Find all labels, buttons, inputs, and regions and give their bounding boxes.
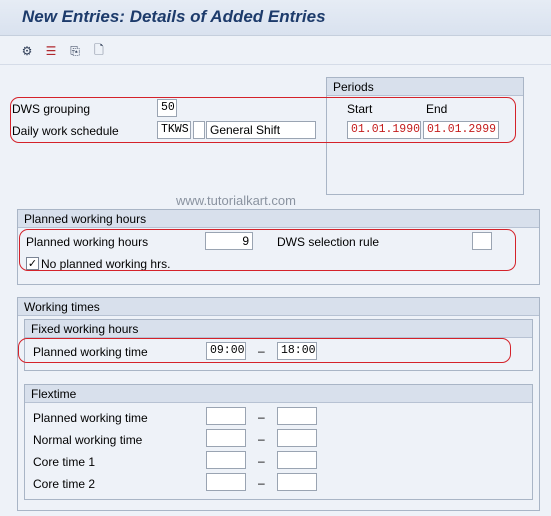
daily-schedule-text-field: General Shift — [206, 121, 316, 139]
new-entry-icon[interactable]: 🗋 — [90, 42, 108, 60]
dws-grouping-label: DWS grouping — [12, 102, 91, 116]
planned-hours-label: Planned working hours — [26, 235, 149, 249]
planned-hours-group-title: Planned working hours — [18, 210, 539, 228]
fixed-time-to-field[interactable]: 18:00 — [277, 342, 317, 360]
time-range-dash: – — [258, 432, 265, 446]
dws-grouping-field[interactable]: 50 — [157, 99, 177, 117]
page-title: New Entries: Details of Added Entries — [22, 7, 326, 26]
dws-selection-rule-label: DWS selection rule — [277, 235, 380, 249]
planned-hours-field[interactable]: 9 — [205, 232, 253, 250]
period-start-label: Start — [347, 102, 373, 116]
periods-group-title: Periods — [327, 78, 523, 96]
daily-schedule-label: Daily work schedule — [12, 124, 119, 138]
delete-icon[interactable]: ☰ — [42, 42, 60, 60]
working-times-group-title: Working times — [18, 298, 539, 316]
fixed-time-from-field[interactable]: 09:00 — [206, 342, 246, 360]
watermark-text: www.tutorialkart.com — [176, 193, 296, 208]
flex-to-field[interactable] — [277, 451, 317, 469]
time-range-dash: – — [258, 454, 265, 468]
period-end-label: End — [426, 102, 448, 116]
flex-row-label: Core time 1 — [33, 455, 96, 469]
flex-from-field[interactable] — [206, 407, 246, 425]
daily-schedule-variant-field[interactable] — [193, 121, 205, 139]
time-range-dash: – — [258, 410, 265, 424]
flex-row-label: Normal working time — [33, 433, 143, 447]
flex-row-label: Core time 2 — [33, 477, 96, 491]
time-range-dash: – — [258, 344, 265, 358]
title-bar: New Entries: Details of Added Entries — [0, 0, 551, 36]
flex-to-field[interactable] — [277, 429, 317, 447]
dws-selection-rule-field[interactable] — [472, 232, 492, 250]
no-planned-hours-label: No planned working hrs. — [41, 257, 171, 271]
flex-row-label: Planned working time — [33, 411, 148, 425]
daily-schedule-code-field[interactable]: TKWS — [157, 121, 191, 139]
application-toolbar: ⚙ ☰ ⎘ 🗋 — [0, 37, 551, 65]
copy-icon[interactable]: ⎘ — [66, 42, 84, 60]
no-planned-hours-checkbox[interactable]: ✓ — [26, 257, 39, 270]
time-range-dash: – — [258, 476, 265, 490]
flex-from-field[interactable] — [206, 451, 246, 469]
flex-to-field[interactable] — [277, 407, 317, 425]
period-end-field[interactable]: 01.01.2999 — [423, 121, 499, 139]
flex-from-field[interactable] — [206, 429, 246, 447]
flex-to-field[interactable] — [277, 473, 317, 491]
flex-from-field[interactable] — [206, 473, 246, 491]
display-change-icon[interactable]: ⚙ — [18, 42, 36, 60]
flextime-group-title: Flextime — [25, 385, 532, 403]
fixed-planned-time-label: Planned working time — [33, 345, 148, 359]
fixed-hours-group-title: Fixed working hours — [25, 320, 532, 338]
period-start-field[interactable]: 01.01.1990 — [347, 121, 421, 139]
